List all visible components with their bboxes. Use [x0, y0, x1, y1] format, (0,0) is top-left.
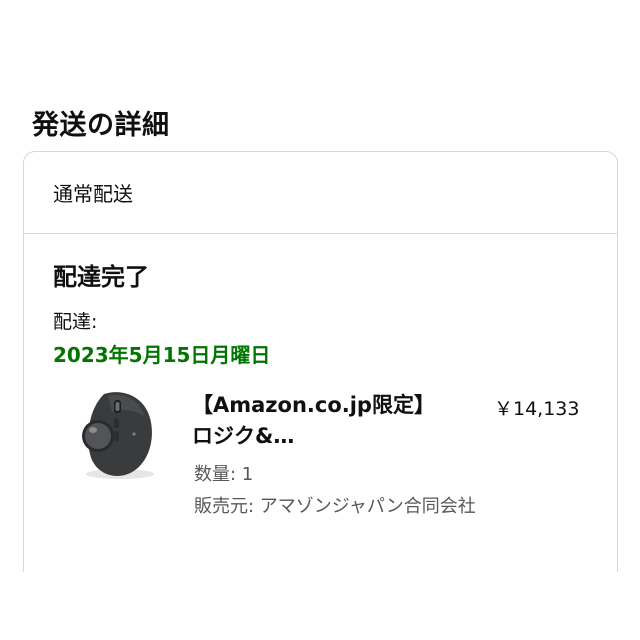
section-title: 発送の詳細	[32, 110, 170, 141]
delivery-date: 2023年5月15日月曜日	[53, 343, 271, 367]
shipping-method: 通常配送	[24, 152, 617, 234]
product-quantity: 数量: 1	[194, 464, 254, 485]
product-title-link[interactable]: 【Amazon.co.jp限定】 ロジク&…	[192, 390, 467, 452]
delivery-label: 配達:	[53, 311, 98, 333]
trackball-mouse-icon	[82, 392, 154, 479]
shipment-card: 通常配送 配達完了 配達: 2023年5月15日月曜日 【Amazon.co.j…	[23, 151, 618, 572]
product-image[interactable]	[64, 384, 164, 484]
product-title-line1[interactable]: 【Amazon.co.jp限定】	[192, 390, 467, 421]
product-seller: 販売元: アマゾンジャパン合同会社	[194, 496, 476, 517]
delivery-status: 配達完了	[53, 263, 149, 291]
product-price: ￥14,133	[494, 398, 580, 420]
product-title-line2[interactable]: ロジク&…	[192, 421, 467, 452]
